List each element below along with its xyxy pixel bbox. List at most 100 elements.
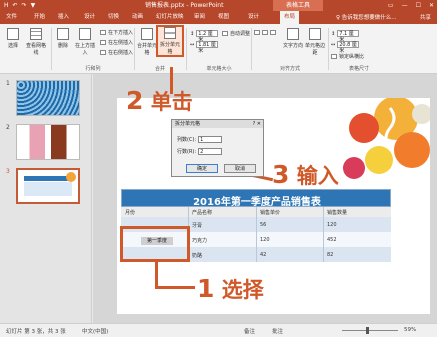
zoom-level[interactable]: 59%: [404, 327, 416, 333]
group-rows-columns: 行和列: [85, 66, 101, 72]
table-cell[interactable]: 巧克力: [192, 237, 207, 244]
tell-me-search[interactable]: ♀ 告诉我您想要做什么...: [336, 13, 397, 21]
undo-icon[interactable]: ↶: [13, 1, 18, 10]
insert-right-button[interactable]: 在右侧插入: [100, 49, 133, 56]
text-direction-button[interactable]: 文字方向: [283, 28, 303, 49]
zoom-slider-thumb[interactable]: [366, 327, 369, 334]
align-button[interactable]: [254, 30, 276, 35]
cell-width-spinner[interactable]: ↔ 1.81 厘米: [190, 41, 219, 54]
tab-home[interactable]: 开始: [34, 11, 45, 24]
group-merge: 合并: [154, 66, 165, 72]
divider: [51, 28, 52, 70]
save-icon[interactable]: H: [4, 1, 9, 10]
cell-height-input[interactable]: 1.2 厘米: [196, 30, 219, 43]
cell-margins-button[interactable]: 单元格边距: [304, 28, 326, 56]
comments-button[interactable]: 批注: [272, 327, 283, 335]
notes-button[interactable]: 备注: [244, 327, 255, 335]
table-height-input[interactable]: 7.1 厘米: [337, 30, 360, 43]
column-divider: [256, 207, 257, 262]
header-product: 产品名称: [192, 210, 213, 216]
share-button[interactable]: 共享: [420, 13, 431, 21]
tab-slideshow[interactable]: 幻灯片放映: [156, 11, 184, 24]
view-gridlines-button[interactable]: 查看网格线: [24, 28, 48, 56]
group-alignment: 对齐方式: [279, 66, 300, 72]
split-cells-button[interactable]: 拆分单元格: [156, 25, 184, 57]
merge-cells-icon: [141, 28, 153, 40]
cell-height-spinner[interactable]: ↕ 1.2 厘米: [190, 30, 219, 43]
insert-above-button[interactable]: 在上方插入: [73, 28, 97, 56]
select-label: 选择: [7, 43, 18, 49]
step-3-number: 3: [272, 160, 290, 189]
insert-left-label: 在左侧插入: [108, 40, 134, 46]
step-2-number: 2: [126, 86, 144, 115]
dialog-close-icon[interactable]: ? ✕: [253, 120, 261, 128]
rows-row: 行数(R): 2: [177, 148, 223, 155]
tab-file[interactable]: 文件: [6, 11, 17, 24]
table-width-spinner[interactable]: ↔ 20.8 厘米: [331, 41, 360, 54]
columns-row: 列数(C): 1: [177, 136, 223, 143]
cell-width-input[interactable]: 1.81 厘米: [196, 41, 219, 54]
gridlines-icon: [30, 28, 42, 40]
table-width-icon: ↔: [331, 41, 336, 48]
insert-above-icon: [79, 28, 91, 40]
select-button[interactable]: 选择: [3, 28, 23, 49]
slide-thumbnail-2[interactable]: [16, 124, 80, 160]
table-cell[interactable]: 452: [327, 237, 337, 243]
tab-animations[interactable]: 动画: [132, 11, 143, 24]
ok-button[interactable]: 确定: [186, 164, 218, 173]
delete-button[interactable]: 删除: [54, 28, 72, 49]
slide-number: 2: [6, 124, 10, 131]
customize-icon[interactable]: ▼: [31, 1, 36, 10]
table-cell[interactable]: 牙膏: [192, 222, 202, 229]
lock-ratio-checkbox[interactable]: 锁定纵横比: [331, 53, 364, 60]
cursor-icon: [7, 28, 19, 40]
header-unit-price: 销售单价: [260, 210, 281, 216]
table-cell[interactable]: 奶酪: [192, 252, 202, 259]
divider: [186, 28, 187, 70]
slide-thumbnail-3[interactable]: [16, 168, 80, 204]
split-cells-icon: [164, 27, 176, 39]
rows-label: 行数(R):: [177, 149, 197, 155]
columns-input[interactable]: 1: [198, 136, 223, 143]
redo-icon[interactable]: ↷: [22, 1, 27, 10]
tab-table-design[interactable]: 设计: [248, 11, 259, 24]
tab-review[interactable]: 审阅: [194, 11, 205, 24]
dialog-title-bar: 拆分单元格 ? ✕: [172, 120, 263, 128]
insert-above-label: 在上方插入: [74, 43, 95, 56]
merge-cells-button[interactable]: 合并单元格: [136, 28, 158, 56]
checkbox-icon: [331, 54, 337, 59]
tab-design[interactable]: 设计: [84, 11, 95, 24]
table-cell[interactable]: 120: [327, 222, 337, 228]
table-title: 2016年第一季度产品销售表: [193, 197, 321, 208]
table-width-input[interactable]: 20.8 厘米: [337, 41, 360, 54]
rows-input[interactable]: 2: [198, 148, 223, 155]
insert-left-button[interactable]: 在左侧插入: [100, 39, 133, 46]
window-controls: ▭ — ☐ ✕: [388, 0, 434, 11]
minimize-icon[interactable]: —: [402, 0, 408, 11]
zoom-slider[interactable]: [342, 330, 398, 331]
gridlines-label: 查看网格线: [25, 43, 46, 56]
language-status[interactable]: 中文(中国): [82, 327, 108, 335]
cell-margins-label: 单元格边距: [304, 43, 325, 56]
cancel-button[interactable]: 取消: [224, 164, 256, 173]
table-height-spinner[interactable]: ↕ 7.1 厘米: [331, 30, 360, 43]
columns-label: 列数(C):: [177, 137, 197, 143]
header-month: 月份: [125, 210, 136, 216]
tab-insert[interactable]: 插入: [58, 11, 69, 24]
close-icon[interactable]: ✕: [429, 0, 434, 11]
table-cell[interactable]: 120: [260, 237, 270, 243]
step-2-text: 单击: [150, 90, 193, 114]
table-cell[interactable]: 56: [260, 222, 266, 228]
maximize-icon[interactable]: ☐: [416, 0, 421, 11]
table-title-row[interactable]: 2016年第一季度产品销售表: [121, 189, 391, 208]
tab-table-layout[interactable]: 布局: [280, 11, 300, 24]
insert-below-button[interactable]: 在下方插入: [100, 29, 133, 36]
tab-transitions[interactable]: 切换: [108, 11, 119, 24]
slide-thumbnail-1[interactable]: [16, 80, 80, 116]
ribbon-display-icon[interactable]: ▭: [388, 0, 394, 11]
autofit-button[interactable]: 自动调整: [222, 30, 250, 37]
table-cell[interactable]: 82: [327, 252, 333, 258]
table-cell[interactable]: 42: [260, 252, 266, 258]
step-1-text: 选择: [221, 278, 264, 302]
tab-view[interactable]: 视图: [218, 11, 229, 24]
